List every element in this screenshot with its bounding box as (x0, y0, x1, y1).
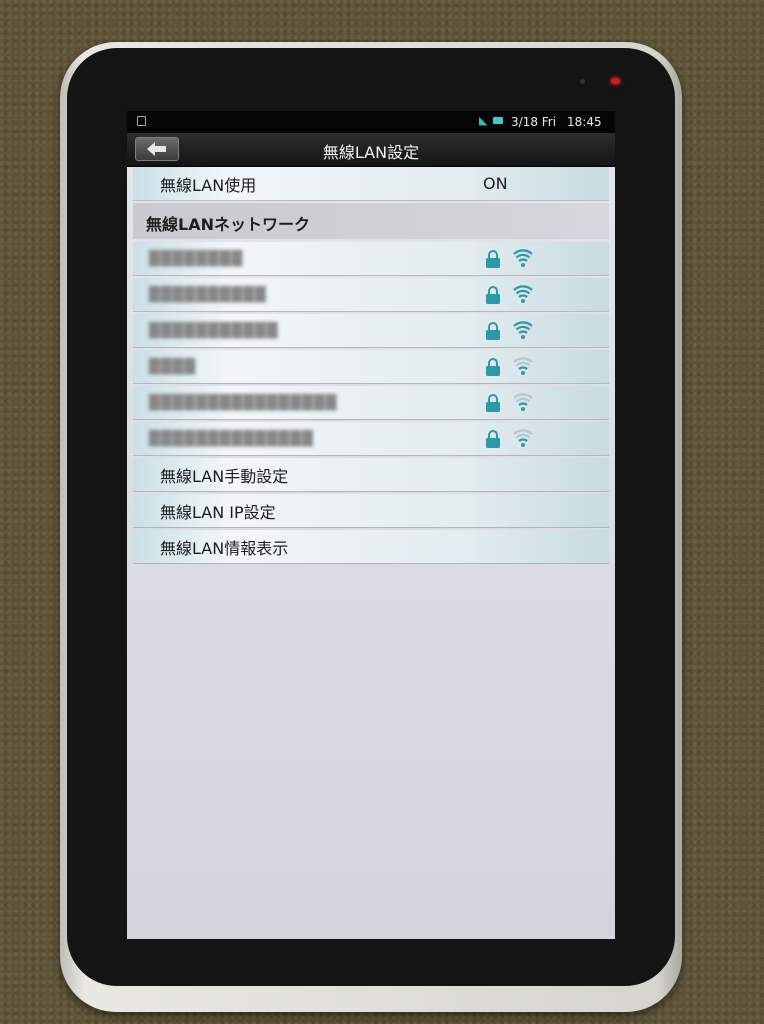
page-title: 無線LAN設定 (322, 143, 420, 162)
menu-label: 無線LAN情報表示 (160, 538, 289, 558)
menu-label: 無線LAN手動設定 (160, 466, 289, 486)
battery-icon (493, 117, 503, 124)
status-time: 18:45 (567, 115, 602, 129)
lock-icon (486, 430, 500, 448)
network-ssid: ████████ (149, 250, 244, 267)
wifi-signal-icon (513, 393, 533, 411)
wifi-signal-icon (513, 249, 533, 267)
status-bar: ◣ 3/18 Fri 18:45 (127, 111, 615, 133)
menu-label: 無線LAN IP設定 (160, 502, 276, 522)
menu-info-display[interactable]: 無線LAN情報表示 (133, 530, 609, 563)
network-row[interactable]: ████████████████ (133, 386, 609, 419)
lock-icon (486, 250, 500, 268)
network-ssid: ████ (149, 358, 197, 375)
wifi-toggle-row[interactable]: 無線LAN使用 ON (133, 167, 609, 200)
wifi-toggle-value: ON (483, 174, 508, 193)
wifi-signal-icon (513, 321, 533, 339)
wifi-signal-icon (513, 285, 533, 303)
front-camera (580, 79, 585, 84)
network-ssid: ██████████ (149, 286, 267, 303)
lock-icon (486, 358, 500, 376)
menu-ip-settings[interactable]: 無線LAN IP設定 (133, 494, 609, 527)
status-date: 3/18 Fri (511, 115, 557, 129)
wifi-signal-icon (513, 429, 533, 447)
notification-icon (137, 116, 146, 126)
network-row[interactable]: ██████████ (133, 278, 609, 311)
wifi-toggle-label: 無線LAN使用 (160, 175, 257, 195)
network-ssid: ██████████████ (149, 430, 314, 447)
network-row[interactable]: ████ (133, 350, 609, 383)
wifi-signal-icon (513, 357, 533, 375)
network-row[interactable]: ███████████ (133, 314, 609, 347)
network-row[interactable]: ██████████████ (133, 422, 609, 455)
lock-icon (486, 322, 500, 340)
networks-section-header: 無線LANネットワーク (133, 203, 609, 239)
network-row[interactable]: ████████ (133, 242, 609, 275)
status-led (611, 78, 620, 84)
menu-manual-setup[interactable]: 無線LAN手動設定 (133, 458, 609, 491)
networks-section-label: 無線LANネットワーク (146, 215, 310, 234)
wifi-status-icon: ◣ (479, 114, 488, 127)
lock-icon (486, 394, 500, 412)
title-bar: 無線LAN設定 (127, 133, 615, 167)
network-list: ████████ ██████████ ███████████ ████ ███████… (127, 242, 615, 455)
lock-icon (486, 286, 500, 304)
network-ssid: ███████████ (149, 322, 279, 339)
network-ssid: ████████████████ (149, 394, 338, 411)
screen: ◣ 3/18 Fri 18:45 無線LAN設定 無線LAN使用 ON 無線LA… (127, 111, 615, 939)
